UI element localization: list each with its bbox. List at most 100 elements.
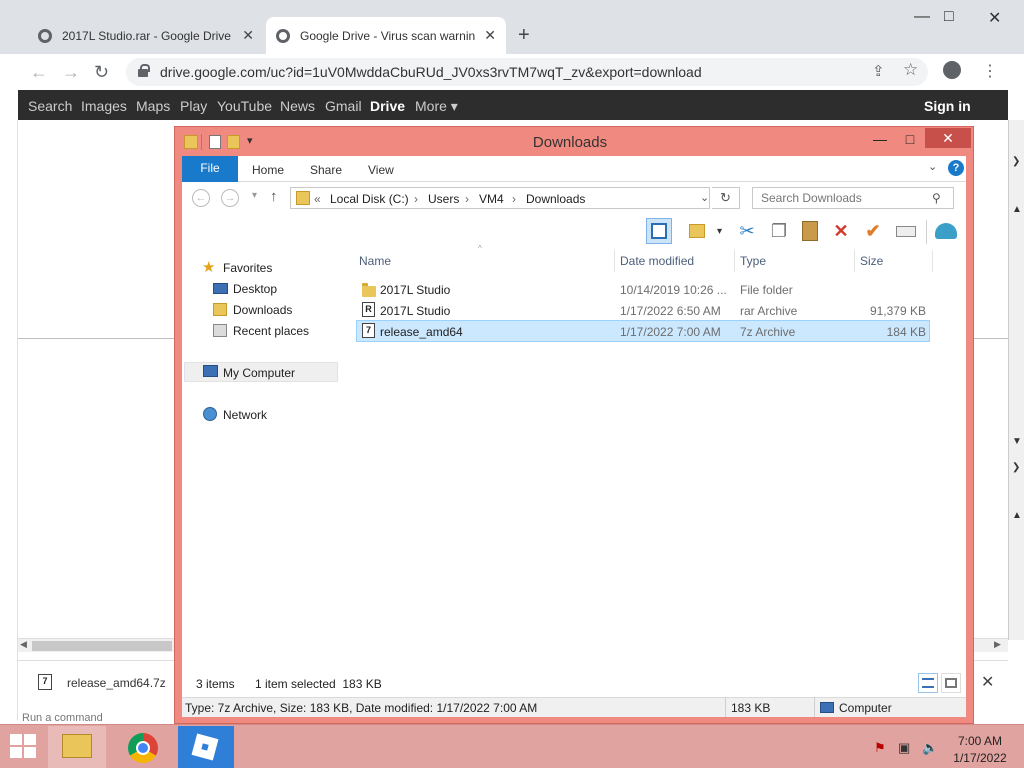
cut-icon[interactable]: ✂: [734, 218, 760, 244]
chevron-right-icon[interactable]: ❯: [1012, 156, 1020, 167]
ribbon-tab-file[interactable]: File: [182, 156, 238, 182]
gbar-play[interactable]: Play: [180, 98, 207, 114]
column-divider[interactable]: [854, 250, 855, 272]
download-shelf-close-icon[interactable]: ✕: [981, 672, 994, 692]
ribbon-tab-home[interactable]: Home: [252, 163, 284, 177]
scroll-thumb[interactable]: [32, 641, 172, 651]
large-icons-view-button[interactable]: [941, 673, 961, 693]
scroll-right-icon[interactable]: ▶: [994, 639, 1001, 650]
explorer-maximize-button[interactable]: □: [895, 129, 925, 151]
preview-pane-button[interactable]: [646, 218, 672, 244]
chevron-up-icon[interactable]: ▲: [1012, 204, 1022, 215]
reload-icon[interactable]: ↻: [94, 62, 109, 83]
taskbar-date[interactable]: 1/17/2022: [950, 751, 1010, 765]
properties-button[interactable]: [893, 218, 919, 244]
open-with-dropdown-icon[interactable]: ▾: [717, 226, 722, 237]
tab-close-icon[interactable]: ✕: [484, 27, 496, 44]
rename-check-icon[interactable]: ✔: [860, 218, 886, 244]
profile-avatar-icon[interactable]: [943, 61, 961, 79]
address-overflow[interactable]: «: [314, 192, 321, 206]
breadcrumb-users[interactable]: Users: [428, 192, 459, 206]
tab-close-icon[interactable]: ✕: [242, 27, 254, 44]
gbar-maps[interactable]: Maps: [136, 98, 170, 114]
refresh-icon[interactable]: ↻: [712, 187, 740, 209]
ribbon-tab-view[interactable]: View: [368, 163, 394, 177]
address-bar[interactable]: drive.google.com/uc?id=1uV0MwddaCbuRUd_J…: [126, 58, 928, 86]
nav-network[interactable]: Network: [223, 408, 267, 422]
column-size[interactable]: Size: [860, 254, 883, 268]
chevron-up-icon[interactable]: ▲: [1012, 510, 1022, 521]
speaker-muted-icon[interactable]: 🔈: [922, 740, 938, 756]
explorer-search-input[interactable]: Search Downloads: [752, 187, 954, 209]
chevron-right-icon[interactable]: ❯: [1012, 462, 1020, 473]
bookmark-star-icon[interactable]: ☆: [903, 60, 918, 80]
taskbar-chrome[interactable]: [114, 726, 172, 768]
delete-icon[interactable]: ✕: [828, 218, 854, 244]
forward-arrow-icon[interactable]: →: [62, 62, 80, 83]
breadcrumb-vm4[interactable]: VM4: [479, 192, 504, 206]
lock-icon[interactable]: [138, 64, 150, 77]
breadcrumb-separator[interactable]: ›: [465, 192, 469, 206]
browser-close-button[interactable]: ✕: [988, 8, 1001, 28]
gbar-gmail[interactable]: Gmail: [325, 98, 362, 114]
taskbar-file-explorer[interactable]: [48, 726, 106, 768]
explorer-close-button[interactable]: ✕: [925, 128, 971, 148]
nav-downloads[interactable]: Downloads: [233, 303, 292, 317]
chevron-down-icon[interactable]: ▼: [1012, 436, 1022, 447]
column-divider[interactable]: [932, 250, 933, 272]
breadcrumb-separator[interactable]: ›: [414, 192, 418, 206]
7z-archive-icon[interactable]: 7: [38, 674, 52, 690]
gbar-youtube[interactable]: YouTube: [217, 98, 272, 114]
flag-warning-icon[interactable]: ⚑: [874, 740, 886, 756]
browser-minimize-button[interactable]: —: [914, 8, 930, 26]
page-side-scrollbar[interactable]: ❯ ▲ ▼ ❯ ▲: [1008, 120, 1024, 640]
explorer-back-icon[interactable]: ←: [192, 189, 210, 207]
gbar-news[interactable]: News: [280, 98, 315, 114]
copy-icon[interactable]: ❐: [766, 218, 792, 244]
shell-button[interactable]: [933, 218, 959, 244]
share-icon[interactable]: ⇪: [872, 62, 885, 80]
file-name[interactable]: release_amd64: [380, 325, 463, 339]
gbar-search[interactable]: Search: [28, 98, 72, 114]
help-icon[interactable]: ?: [948, 160, 964, 176]
up-folder-arrow-icon[interactable]: ↑: [270, 188, 278, 205]
network-status-icon[interactable]: ▣: [898, 740, 910, 756]
column-date-modified[interactable]: Date modified: [620, 254, 694, 268]
file-name[interactable]: 2017L Studio: [380, 304, 450, 318]
explorer-forward-icon[interactable]: →: [221, 189, 239, 207]
paste-button[interactable]: [797, 218, 823, 244]
gbar-drive[interactable]: Drive: [370, 98, 405, 114]
browser-tab-virus-scan[interactable]: Google Drive - Virus scan warnin ✕: [266, 17, 506, 54]
details-view-button[interactable]: [918, 673, 938, 693]
back-arrow-icon[interactable]: ←: [30, 62, 48, 83]
ribbon-tab-share[interactable]: Share: [310, 163, 342, 177]
open-with-button[interactable]: [686, 218, 712, 244]
new-tab-button[interactable]: +: [518, 24, 530, 47]
scroll-left-icon[interactable]: ◀: [20, 639, 27, 650]
breadcrumb-separator[interactable]: ›: [512, 192, 516, 206]
column-type[interactable]: Type: [740, 254, 766, 268]
kebab-menu-icon[interactable]: ⋮: [982, 61, 998, 81]
breadcrumb-local-disk[interactable]: Local Disk (C:): [330, 192, 409, 206]
start-button[interactable]: [10, 734, 38, 760]
explorer-minimize-button[interactable]: —: [865, 129, 895, 151]
taskbar-time[interactable]: 7:00 AM: [950, 734, 1010, 748]
nav-recent-places[interactable]: Recent places: [233, 324, 309, 338]
nav-my-computer[interactable]: My Computer: [223, 366, 295, 380]
recent-locations-chevron-icon[interactable]: ▾: [252, 190, 257, 201]
gbar-more[interactable]: More ▾: [415, 98, 458, 115]
address-dropdown-icon[interactable]: ⌄: [700, 191, 709, 204]
gbar-images[interactable]: Images: [81, 98, 127, 114]
sign-in-link[interactable]: Sign in: [924, 98, 971, 114]
column-divider[interactable]: [734, 250, 735, 272]
nav-desktop[interactable]: Desktop: [233, 282, 277, 296]
download-item-filename[interactable]: release_amd64.7z: [67, 676, 166, 690]
file-name[interactable]: 2017L Studio: [380, 283, 450, 297]
search-magnifier-icon[interactable]: ⚲: [932, 191, 941, 205]
browser-tab-drive-rar[interactable]: 2017L Studio.rar - Google Drive ✕: [28, 17, 264, 54]
breadcrumb-downloads[interactable]: Downloads: [526, 192, 585, 206]
browser-maximize-button[interactable]: □: [944, 8, 954, 26]
nav-favorites[interactable]: Favorites: [223, 261, 272, 275]
ribbon-expand-chevron-icon[interactable]: ⌄: [928, 160, 937, 173]
column-name[interactable]: Name: [359, 254, 391, 268]
